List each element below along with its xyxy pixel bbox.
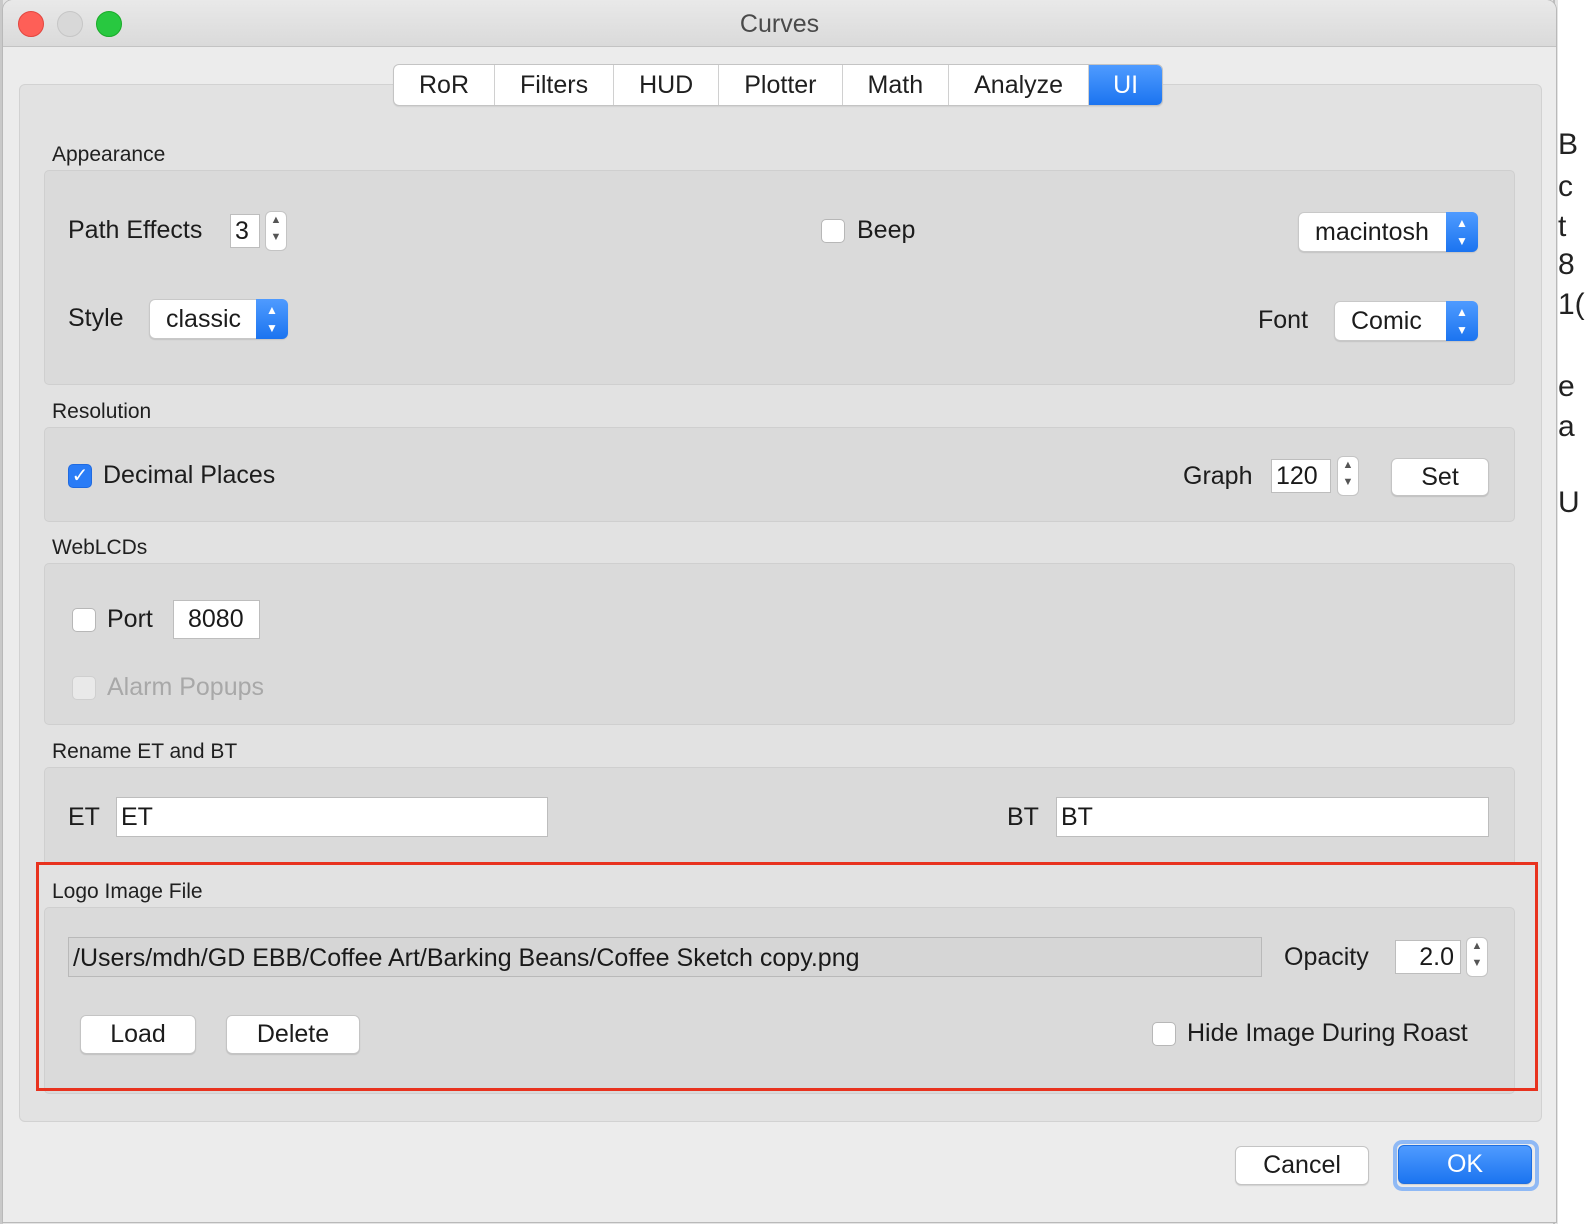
appearance-group [44,170,1515,385]
background-glyph: 1( [1558,288,1585,321]
style-select[interactable]: classic ▲ ▼ [149,299,288,339]
weblcds-group [44,563,1515,725]
background-glyph: U [1558,486,1580,519]
font-select-value: Comic [1351,307,1422,335]
path-effects-input[interactable]: 3 [230,214,260,248]
highlight-annotation-box [36,862,1538,1091]
set-resolution-button[interactable]: Set [1391,458,1489,496]
ok-button[interactable]: OK [1398,1145,1532,1184]
alarm-popups-label: Alarm Popups [107,673,265,701]
et-name-input[interactable]: ET [116,797,548,837]
background-glyph: t [1558,210,1567,243]
alarm-popups-checkbox[interactable] [72,676,96,700]
graph-resolution-stepper[interactable]: ▲ ▼ [1337,456,1359,496]
graph-resolution-input[interactable]: 120 [1271,459,1331,493]
chevron-up-down-icon: ▲ ▼ [1446,212,1478,252]
weblcds-section-title: WebLCDs [52,536,148,559]
decimal-places-checkbox[interactable]: ✓ [68,464,92,488]
chevron-up-down-icon: ▲ ▼ [1446,301,1478,341]
decimal-places-label: Decimal Places [103,461,276,489]
font-label: Font [1258,306,1309,334]
appearance-section-title: Appearance [52,143,166,166]
graph-label: Graph [1183,462,1253,490]
window-title: Curves [739,10,820,38]
tab-math[interactable]: Math [843,65,950,105]
port-checkbox[interactable] [72,608,96,632]
path-effects-stepper[interactable]: ▲ ▼ [265,211,287,251]
background-glyph: B [1558,128,1579,161]
bt-label: BT [1007,803,1039,831]
tab-hud[interactable]: HUD [614,65,720,105]
beep-checkbox[interactable] [821,219,845,243]
port-input[interactable]: 8080 [173,600,260,639]
background-glyph: c [1558,170,1573,203]
et-label: ET [68,803,100,831]
bt-name-input[interactable]: BT [1056,797,1489,837]
cancel-button[interactable]: Cancel [1235,1146,1369,1185]
port-label: Port [107,605,153,633]
curves-dialog: Curves RoR Filters HUD Plotter Math Anal… [3,0,1556,1222]
resolution-section-title: Resolution [52,400,152,423]
tab-filters[interactable]: Filters [495,65,615,105]
chevron-up-down-icon: ▲ ▼ [256,299,288,339]
rename-section-title: Rename ET and BT [52,740,238,763]
platform-select[interactable]: macintosh ▲ ▼ [1298,212,1478,252]
style-select-value: classic [166,305,242,333]
font-select[interactable]: Comic ▲ ▼ [1334,301,1478,341]
tab-bar: RoR Filters HUD Plotter Math Analyze UI [393,64,1164,106]
checkmark-icon: ✓ [71,465,89,487]
background-app-strip: B c t 8 1( e a U [1558,0,1586,1224]
style-label: Style [68,304,124,332]
background-glyph: e [1558,370,1575,403]
tab-analyze[interactable]: Analyze [949,65,1090,105]
background-glyph: a [1558,410,1575,443]
title-bar: Curves [3,0,1556,47]
tab-plotter[interactable]: Plotter [719,65,843,105]
tab-ui[interactable]: UI [1089,65,1163,105]
platform-select-value: macintosh [1315,218,1429,246]
beep-label: Beep [857,216,916,244]
tab-ror[interactable]: RoR [394,65,496,105]
background-glyph: 8 [1558,248,1575,281]
path-effects-label: Path Effects [68,216,203,244]
